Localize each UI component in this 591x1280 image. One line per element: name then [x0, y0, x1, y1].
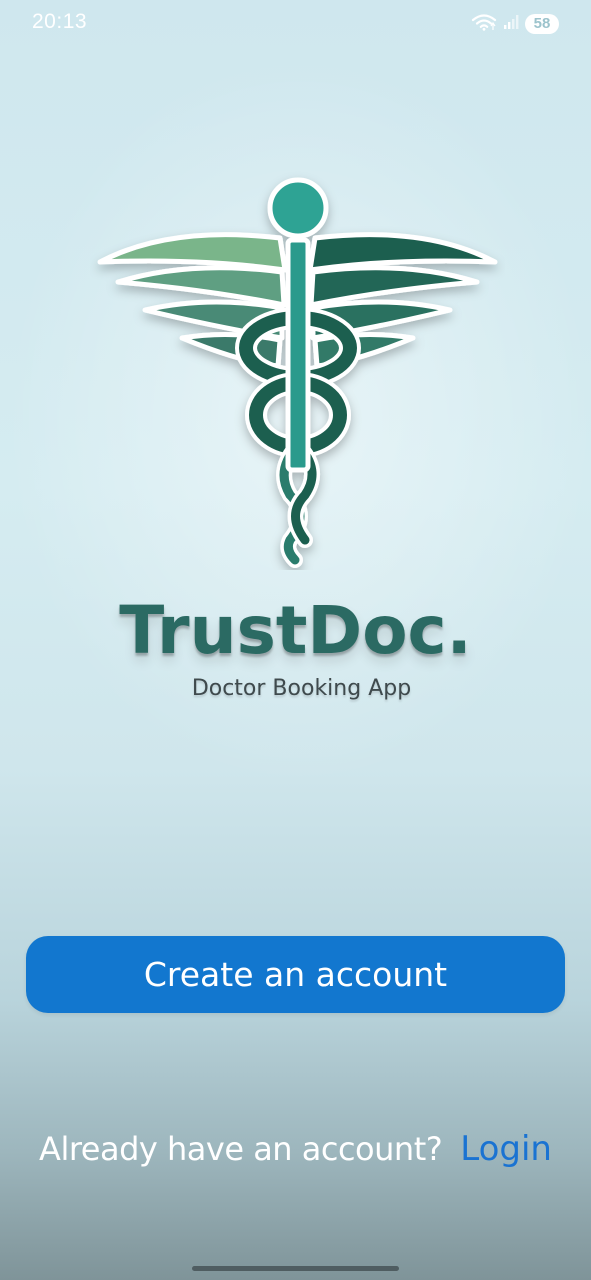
create-account-button[interactable]: Create an account: [26, 936, 565, 1013]
home-indicator[interactable]: [192, 1266, 399, 1271]
status-bar: 20:13 58: [0, 0, 591, 48]
status-time: 20:13: [32, 10, 88, 33]
signal-icon: [503, 14, 519, 34]
status-icons: 58: [471, 13, 559, 35]
login-prompt: Already have an account?: [39, 1130, 443, 1168]
wifi-icon: [471, 13, 497, 35]
caduceus-logo-icon: [90, 170, 505, 570]
brand-subtitle: Doctor Booking App: [191, 676, 412, 701]
login-row: Already have an account? Login: [0, 1124, 591, 1174]
battery-indicator: 58: [525, 14, 559, 34]
login-link[interactable]: Login: [460, 1129, 552, 1169]
brand-title: TrustDoc.: [119, 592, 472, 669]
